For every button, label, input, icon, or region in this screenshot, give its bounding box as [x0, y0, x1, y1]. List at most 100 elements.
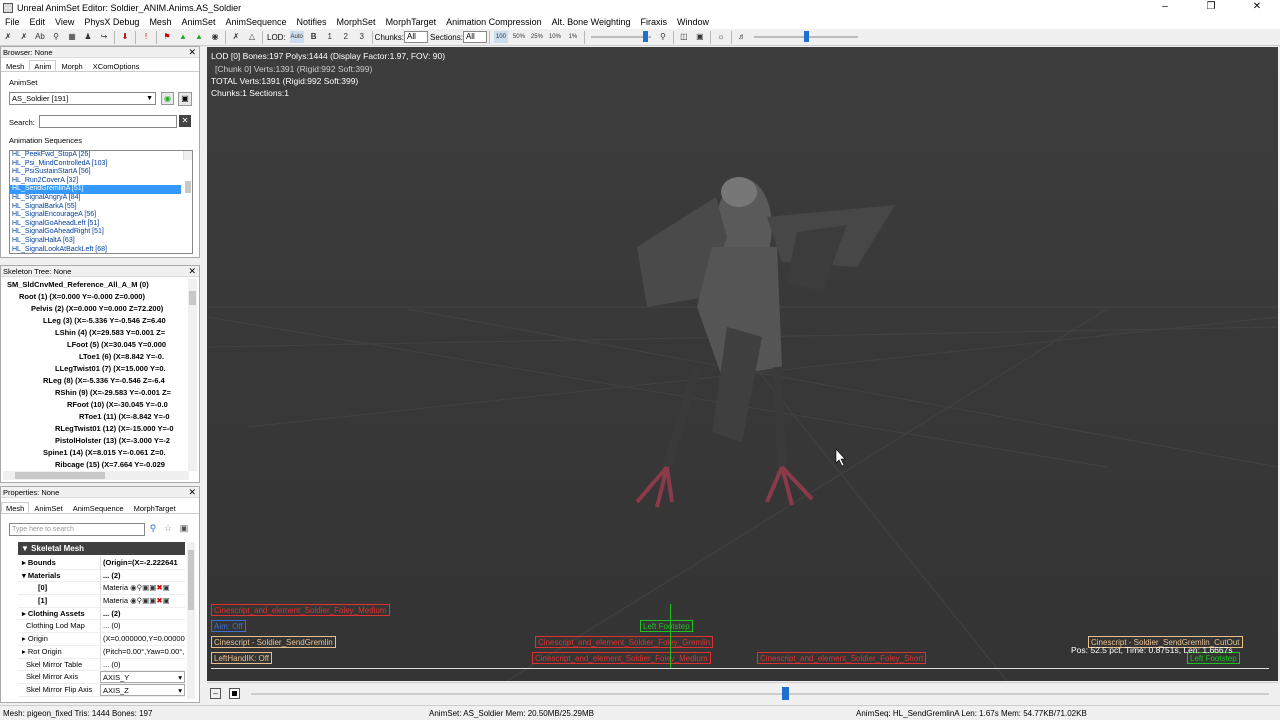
property-row[interactable]: Clothing Lod Map... (0) — [18, 620, 185, 634]
close-icon[interactable]: ✕ — [188, 487, 196, 498]
playback-speed-slider[interactable] — [590, 31, 651, 43]
tab-xcomoptions[interactable]: XComOptions — [88, 60, 145, 71]
triangle-icon[interactable]: ▲ — [177, 31, 189, 43]
person-icon[interactable]: ♟ — [82, 31, 94, 43]
lod-1-button[interactable]: 1 — [324, 31, 336, 43]
notify-aim-off[interactable]: Aim: Off — [211, 620, 246, 632]
wire-icon[interactable]: △ — [246, 31, 258, 43]
menu-mesh[interactable]: Mesh — [144, 17, 176, 27]
tab-anim[interactable]: Anim — [29, 60, 57, 71]
window-icon[interactable]: ◫ — [678, 31, 690, 43]
speed-25-button[interactable]: 25% — [530, 31, 544, 43]
list-item[interactable]: HL_SignalEncourageA [56] — [10, 211, 192, 220]
list-item-selected[interactable]: HL_SendGremlinA [51] — [10, 185, 181, 194]
tree-node[interactable]: PistolHolster (13) (X=-3.000 Y=-2 — [3, 435, 189, 447]
properties-scrollbar[interactable] — [187, 542, 195, 699]
list-item[interactable]: HL_PeekFwd_StopA [26] — [10, 151, 192, 160]
sequence-scrollbar[interactable] — [183, 151, 192, 193]
camera-icon[interactable]: ▣ — [694, 31, 706, 43]
tree-node[interactable]: RFoot (10) (X=-30.045 Y=-0.0 — [3, 399, 189, 411]
menu-notifies[interactable]: Notifies — [292, 17, 332, 27]
lod-base-button[interactable]: B — [308, 31, 320, 43]
timeline-thumb[interactable] — [782, 687, 789, 700]
list-item[interactable]: HL_Run2CoverA [32] — [10, 177, 192, 186]
stop-button[interactable] — [229, 688, 240, 699]
notify-foley-gremlin[interactable]: Cinescript_and_element_Soldier_Foley_Gre… — [535, 636, 714, 648]
notify-foley-medium-2[interactable]: Cinescript_and_element_Soldier_Foley_Med… — [532, 652, 711, 664]
tree-node[interactable]: Pelvis (2) (X=0.000 Y=0.000 Z=72.200) — [3, 303, 189, 315]
filter-icon[interactable]: ▣ — [178, 523, 190, 536]
animset-select[interactable]: AS_Soldier [191] ▼ — [9, 92, 156, 105]
close-icon[interactable]: ✕ — [188, 266, 196, 277]
tree-node[interactable]: RLeg (8) (X=-5.336 Y=-0.546 Z=-6.4 — [3, 375, 189, 387]
notify-left-footstep[interactable]: Left Footstep — [640, 620, 693, 632]
skeleton-vscrollbar[interactable] — [188, 279, 197, 471]
ab-icon[interactable]: Ab — [34, 31, 46, 43]
tree-node[interactable]: SM_SldCnvMed_Reference_All_A_M (0) — [3, 279, 189, 291]
grid-icon[interactable]: ▦ — [66, 31, 78, 43]
tab-mesh[interactable]: Mesh — [1, 502, 30, 513]
search-icon[interactable]: ⚲ — [147, 523, 159, 536]
exclamation-icon[interactable]: ! — [140, 31, 152, 43]
property-row[interactable]: ▸ Origin (X=0.000000,Y=0.000000 — [18, 633, 185, 646]
arrow-down-icon[interactable]: ⬇ — [119, 31, 131, 43]
tab-animsequence[interactable]: AnimSequence — [68, 502, 129, 513]
list-item[interactable]: HL_SignalGoAheadRight [51] — [10, 228, 192, 237]
lod-auto-button[interactable]: Auto — [289, 31, 304, 43]
tree-icon[interactable]: ▲ — [193, 31, 205, 43]
notify-foley-short[interactable]: Cinescript_and_element_Soldier_Foley_Sho… — [757, 652, 927, 664]
lock-icon[interactable]: ⚲ — [657, 31, 669, 43]
bone-tool-icon[interactable]: ✗ — [2, 31, 14, 43]
notify-cinescript-send-gremlin[interactable]: Cinescript - Soldier_SendGremlin — [211, 636, 336, 648]
star-icon[interactable]: ☆ — [162, 523, 174, 536]
material-tool-icons[interactable]: ◉⚲▣▣✖▣ — [130, 583, 170, 592]
clear-search-icon[interactable]: ✕ — [179, 115, 191, 127]
refresh-icon[interactable]: ◉ — [161, 92, 174, 105]
move-icon[interactable]: ↪ — [98, 31, 110, 43]
eye-icon[interactable]: ☼ — [715, 31, 727, 43]
search-input[interactable] — [39, 115, 177, 128]
loop-button[interactable]: – — [210, 688, 221, 699]
close-window-button[interactable]: ✕ — [1234, 0, 1280, 15]
speaker-icon[interactable]: ♬ — [736, 31, 748, 43]
property-row[interactable]: ▸ Clothing Assets... (2) — [18, 607, 185, 621]
sphere-icon[interactable]: ◉ — [209, 31, 221, 43]
browse-icon[interactable]: ▣ — [178, 92, 192, 106]
bone-tool2-icon[interactable]: ✗ — [18, 31, 30, 43]
3d-viewport[interactable]: LOD [0] Bones:197 Polys:1444 (Display Fa… — [207, 47, 1278, 681]
menu-file[interactable]: File — [0, 17, 25, 27]
menu-morphset[interactable]: MorphSet — [332, 17, 381, 27]
chunks-select[interactable]: All — [404, 31, 429, 43]
tab-morph[interactable]: Morph — [56, 60, 87, 71]
tree-node[interactable]: RToe1 (11) (X=-8.842 Y=-0 — [3, 411, 189, 423]
sections-select[interactable]: All — [462, 31, 487, 43]
notify-left-hand-ik[interactable]: LeftHandIK: Off — [211, 652, 272, 664]
tree-node[interactable]: LLegTwist01 (7) (X=15.000 Y=0. — [3, 363, 189, 375]
tree-node[interactable]: LFoot (5) (X=30.045 Y=0.000 — [3, 339, 189, 351]
property-row[interactable]: ▾ Materials... (2) — [18, 569, 185, 583]
tree-node[interactable]: Spine1 (14) (X=8.015 Y=-0.061 Z=0. — [3, 447, 189, 459]
timeline-slider[interactable] — [251, 687, 1269, 701]
tree-node[interactable]: RShin (9) (X=-29.583 Y=-0.001 Z= — [3, 387, 189, 399]
property-row[interactable]: ▸ Bounds (Origin=(X=-2.222641 — [18, 557, 185, 570]
property-row[interactable]: Skel Mirror Axis AXIS_Y ▾ — [18, 671, 185, 684]
tree-node[interactable]: RLegTwist01 (12) (X=-15.000 Y=-0 — [3, 423, 189, 435]
menu-morphtarget[interactable]: MorphTarget — [381, 17, 442, 27]
menu-animsequence[interactable]: AnimSequence — [220, 17, 291, 27]
menu-alt-bone-weighting[interactable]: Alt. Bone Weighting — [547, 17, 636, 27]
list-item[interactable]: HL_Psi_MindControlledA [103] — [10, 160, 192, 169]
material-tool-icons[interactable]: ◉⚲▣▣✖▣ — [130, 596, 170, 605]
cube-icon[interactable]: ✗ — [230, 31, 242, 43]
lod-3-button[interactable]: 3 — [356, 31, 368, 43]
volume-slider[interactable] — [753, 31, 858, 43]
speed-10-button[interactable]: 10% — [548, 31, 562, 43]
list-item[interactable]: HL_SignalGoAheadLeft [51] — [10, 220, 192, 229]
list-item[interactable]: HL_SignalLookAtBackLeft [68] — [10, 246, 192, 253]
tree-node[interactable]: Ribcage (15) (X=7.664 Y=-0.029 — [3, 459, 189, 471]
tab-mesh[interactable]: Mesh — [1, 60, 29, 71]
menu-view[interactable]: View — [50, 17, 79, 27]
skeletal-mesh-category[interactable]: ▼ Skeletal Mesh — [18, 542, 185, 555]
list-item[interactable]: HL_SignalBarkA [55] — [10, 203, 192, 212]
menu-window[interactable]: Window — [672, 17, 714, 27]
tree-node[interactable]: LToe1 (6) (X=8.842 Y=-0. — [3, 351, 189, 363]
